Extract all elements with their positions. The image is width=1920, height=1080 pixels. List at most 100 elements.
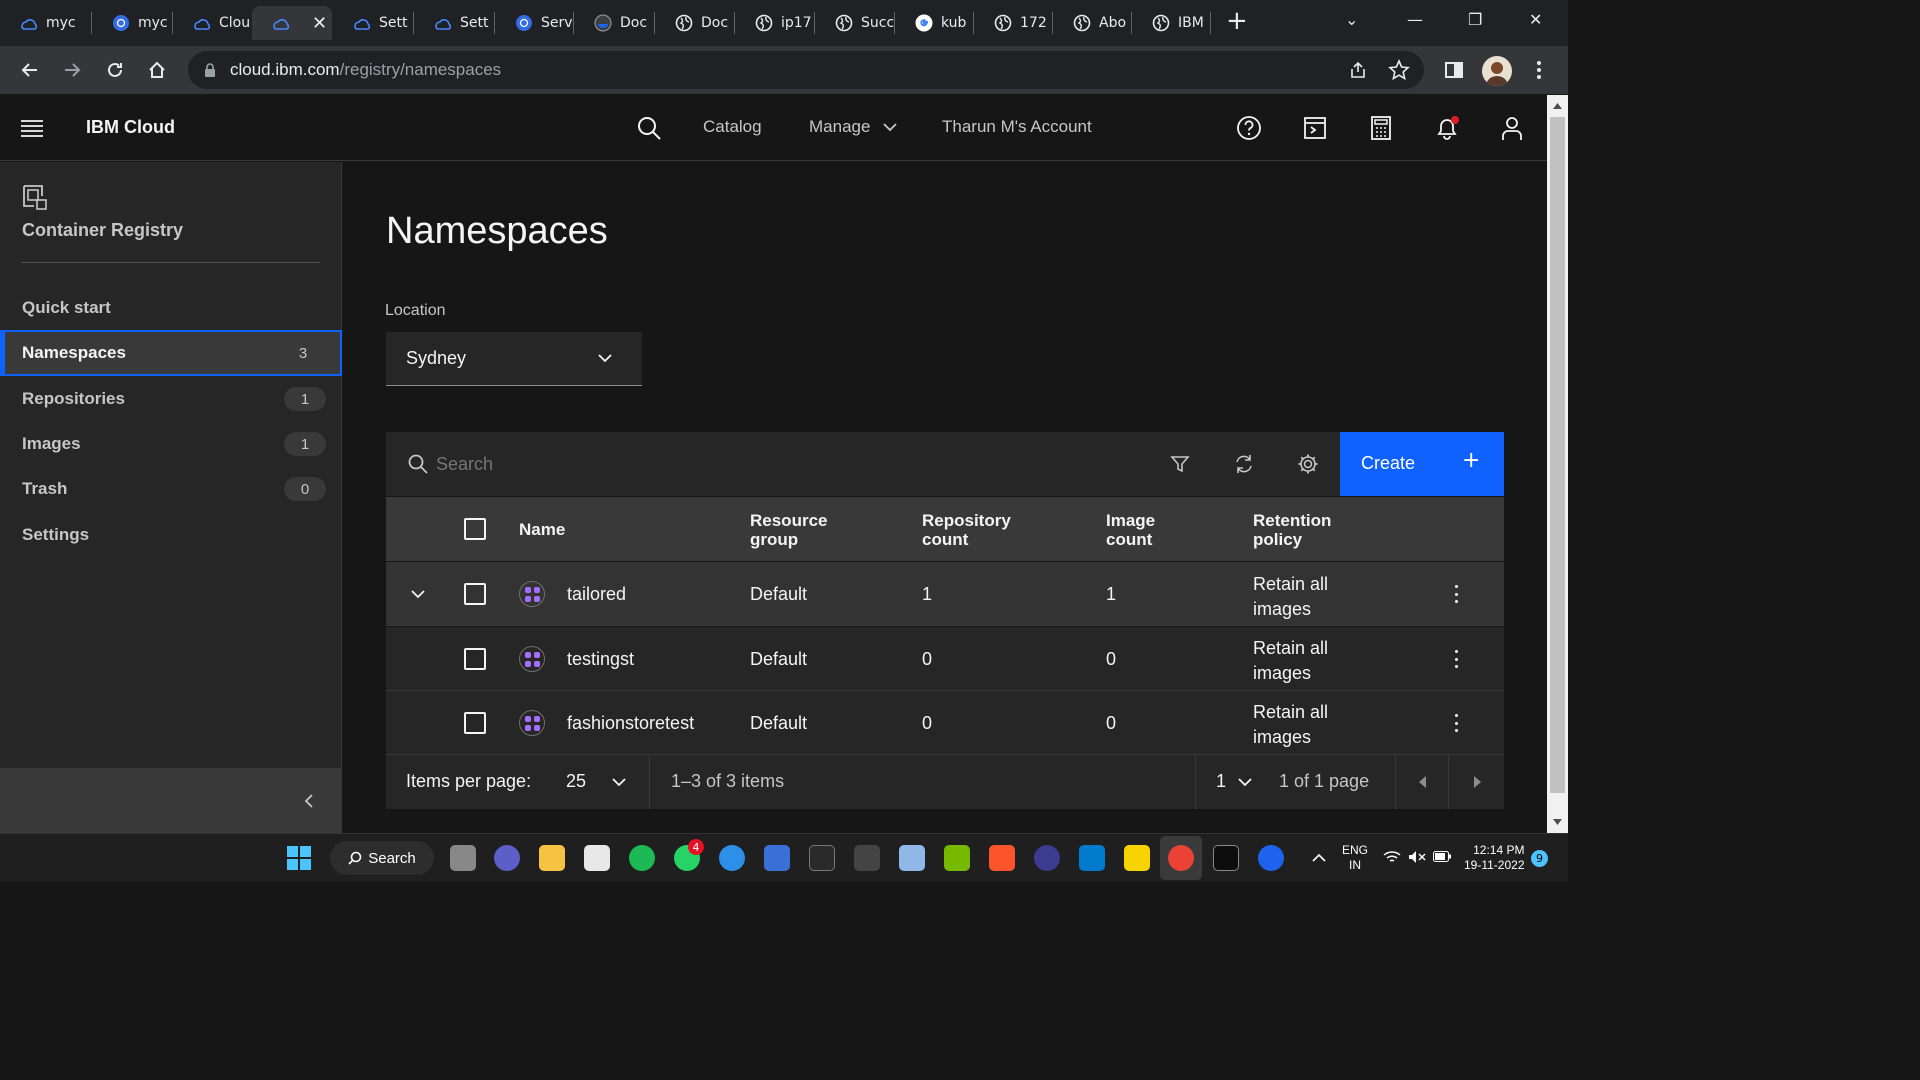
share-icon[interactable] — [1348, 60, 1368, 80]
bookmark-star-icon[interactable] — [1388, 59, 1410, 81]
browser-tab[interactable]: Sett — [414, 6, 494, 40]
refresh-icon[interactable] — [1233, 453, 1255, 475]
cost-estimator-icon[interactable] — [1368, 115, 1394, 141]
vscode-icon[interactable] — [1079, 845, 1105, 871]
browser-menu-icon[interactable] — [1525, 56, 1553, 84]
app-icon[interactable] — [1124, 845, 1150, 871]
brand-name[interactable]: IBM Cloud — [86, 117, 175, 138]
microsoft-store-icon[interactable] — [584, 845, 610, 871]
table-row[interactable]: testingst Default 0 0 Retain all images — [386, 627, 1504, 691]
browser-tab[interactable]: Abo — [1053, 6, 1131, 40]
column-header-repository-count[interactable]: Repository count — [922, 511, 1011, 549]
browser-tab-active[interactable]: ✕ — [252, 6, 332, 40]
browser-tab[interactable]: myc — [0, 6, 90, 40]
tab-search-chevron-icon[interactable]: ⌄ — [1345, 10, 1358, 29]
battery-icon[interactable] — [1433, 851, 1451, 862]
sidebar-item-quick-start[interactable]: Quick start — [0, 286, 342, 330]
sidebar-item-repositories[interactable]: Repositories 1 — [0, 377, 342, 421]
location-dropdown[interactable]: Sydney — [386, 332, 642, 386]
close-window-button[interactable]: ✕ — [1529, 10, 1542, 29]
browser-tab[interactable]: Doc — [574, 6, 654, 40]
app-icon[interactable] — [854, 845, 880, 871]
browser-tab[interactable]: myc — [92, 6, 172, 40]
app-icon[interactable] — [899, 845, 925, 871]
brave-browser-icon[interactable] — [989, 845, 1015, 871]
help-icon[interactable] — [1236, 115, 1262, 141]
terminal-icon[interactable] — [1213, 845, 1239, 871]
overflow-menu-icon[interactable] — [1454, 585, 1458, 603]
table-row[interactable]: fashionstoretest Default 0 0 Retain all … — [386, 691, 1504, 755]
volume-muted-icon[interactable] — [1408, 850, 1426, 864]
file-explorer-icon[interactable] — [539, 845, 565, 871]
eclipse-icon[interactable] — [1034, 845, 1060, 871]
previous-page-icon[interactable] — [1419, 776, 1427, 788]
search-input[interactable] — [436, 444, 1036, 484]
spotify-icon[interactable] — [629, 845, 655, 871]
nvidia-icon[interactable] — [944, 845, 970, 871]
task-view-icon[interactable] — [450, 845, 476, 871]
clock[interactable]: 12:14 PM 19-11-2022 — [1464, 843, 1525, 873]
side-panel-icon[interactable] — [1440, 56, 1468, 84]
chrome-icon[interactable] — [1168, 845, 1194, 871]
address-bar[interactable]: cloud.ibm.com/registry/namespaces — [188, 51, 1424, 89]
sidebar-item-trash[interactable]: Trash 0 — [0, 467, 342, 511]
page-select[interactable]: 1 — [1196, 755, 1262, 809]
account-switcher[interactable]: Tharun M's Account — [942, 117, 1092, 137]
notifications-bell-icon[interactable] — [1434, 115, 1460, 141]
epic-games-icon[interactable] — [809, 845, 835, 871]
column-header-image-count[interactable]: Image count — [1106, 511, 1155, 549]
restore-button[interactable]: ❐ — [1468, 10, 1482, 29]
column-header-resource-group[interactable]: Resource group — [750, 511, 827, 549]
browser-tab[interactable]: ip17 — [735, 6, 814, 40]
column-header-retention-policy[interactable]: Retention policy — [1253, 511, 1331, 549]
profile-avatar[interactable] — [1482, 56, 1512, 86]
items-per-page-select[interactable]: 25 — [556, 755, 648, 809]
table-row[interactable]: tailored Default 1 1 Retain all images — [386, 562, 1504, 626]
filter-icon[interactable] — [1170, 454, 1190, 474]
notification-count-badge[interactable]: 9 — [1531, 850, 1548, 867]
catalog-link[interactable]: Catalog — [703, 117, 762, 137]
feedback-app-icon[interactable] — [719, 845, 745, 871]
chevron-down-icon[interactable] — [411, 590, 425, 599]
chevron-up-icon[interactable] — [1312, 853, 1326, 862]
docker-icon[interactable] — [1258, 845, 1284, 871]
browser-tab[interactable]: Serv — [495, 6, 573, 40]
reload-icon[interactable] — [101, 56, 129, 84]
scroll-down-arrow-icon[interactable] — [1553, 819, 1562, 825]
sidebar-item-settings[interactable]: Settings — [0, 513, 342, 557]
cloud-shell-icon[interactable] — [1302, 115, 1328, 141]
next-page-icon[interactable] — [1473, 776, 1481, 788]
lock-icon[interactable] — [204, 63, 216, 77]
browser-tab[interactable]: kub — [895, 6, 973, 40]
wifi-icon[interactable] — [1383, 850, 1401, 864]
taskbar-search-button[interactable]: Search — [330, 841, 434, 875]
language-indicator[interactable]: ENG IN — [1342, 843, 1368, 873]
browser-tab[interactable]: 172 — [974, 6, 1052, 40]
namespace-name[interactable]: fashionstoretest — [567, 713, 694, 734]
browser-tab[interactable]: Succ — [815, 6, 894, 40]
audio-app-icon[interactable] — [764, 845, 790, 871]
overflow-menu-icon[interactable] — [1454, 650, 1458, 668]
back-arrow-icon[interactable] — [16, 56, 44, 84]
user-profile-icon[interactable] — [1499, 115, 1525, 141]
column-header-name[interactable]: Name — [519, 520, 565, 539]
page-scrollbar[interactable] — [1547, 95, 1568, 833]
row-checkbox[interactable] — [464, 648, 486, 670]
row-checkbox[interactable] — [464, 712, 486, 734]
browser-tab[interactable]: IBM — [1132, 6, 1210, 40]
sidebar-item-images[interactable]: Images 1 — [0, 422, 342, 466]
browser-tab[interactable]: Doc — [655, 6, 734, 40]
new-tab-button[interactable]: + — [1226, 6, 1248, 36]
scrollbar-thumb[interactable] — [1550, 117, 1565, 793]
select-all-checkbox[interactable] — [464, 518, 486, 540]
whatsapp-icon[interactable]: 4 — [674, 839, 704, 871]
overflow-menu-icon[interactable] — [1454, 714, 1458, 732]
browser-tab[interactable]: Clou — [173, 6, 251, 40]
windows-start-icon[interactable] — [287, 846, 311, 870]
namespace-name[interactable]: tailored — [567, 584, 626, 605]
forward-arrow-icon[interactable] — [58, 56, 86, 84]
sidebar-item-namespaces[interactable]: Namespaces 3 — [0, 330, 342, 376]
settings-gear-icon[interactable] — [1297, 453, 1319, 475]
create-button[interactable]: Create + — [1340, 432, 1504, 496]
row-checkbox[interactable] — [464, 583, 486, 605]
